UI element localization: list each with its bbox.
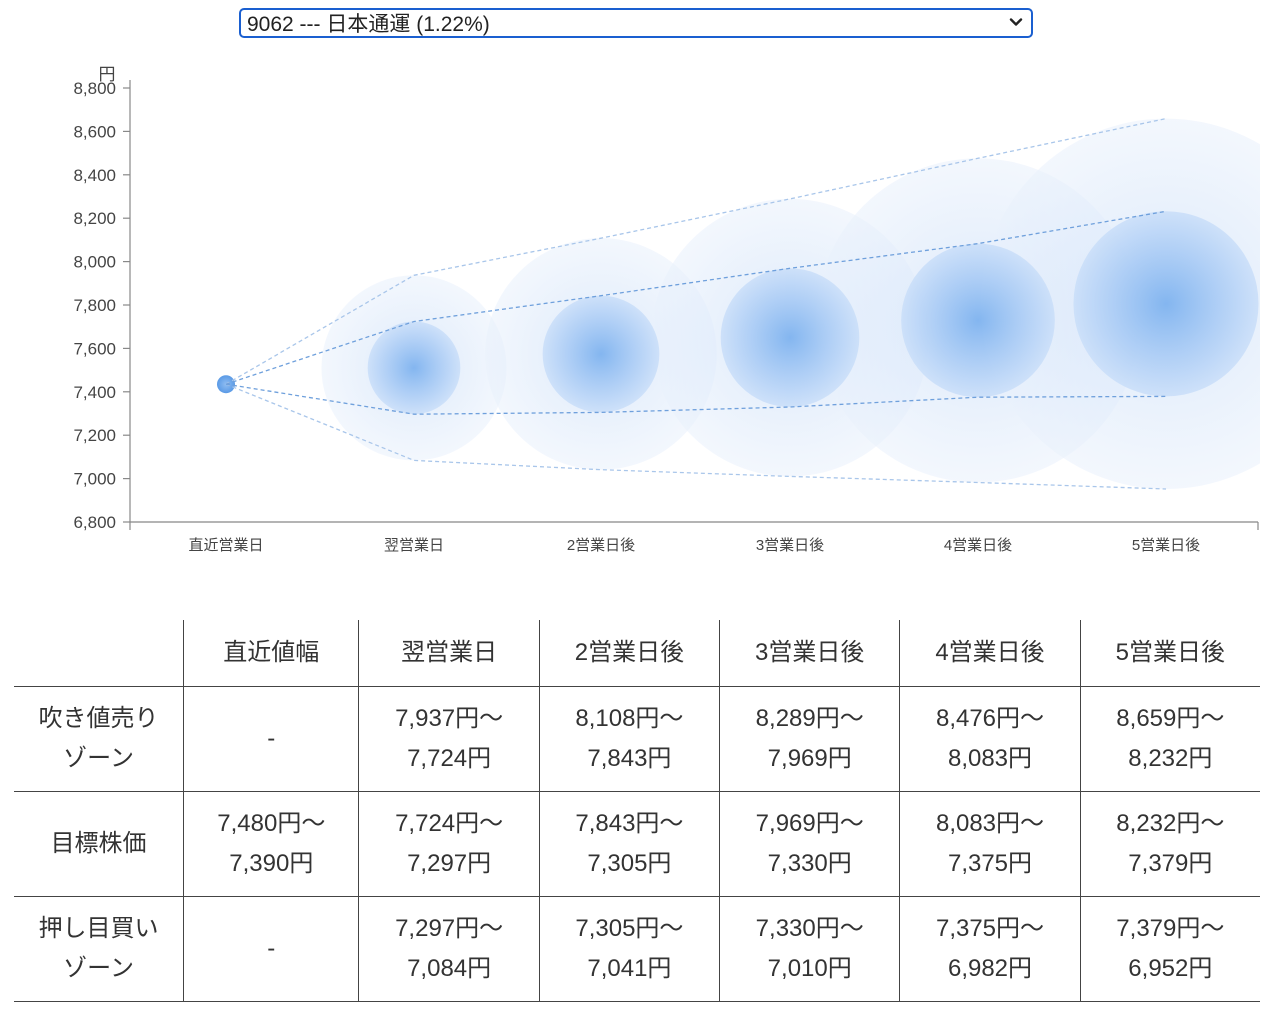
cell-value: 7,969円	[767, 745, 852, 772]
table-cell: 7,330円〜 7,010円	[719, 896, 901, 1002]
table-row: 吹き値売りゾーン - 7,937円〜 7,724円 8,108円〜 7,843円 8,289…	[14, 686, 1260, 792]
table-cell: 7,297円〜 7,084円	[358, 896, 540, 1002]
cell-value: 7,375円	[947, 850, 1033, 877]
x-tick-label: 3営業日後	[756, 537, 824, 554]
cell-value: 7,724円	[407, 745, 492, 772]
row-label-line: 押し目買い	[38, 915, 159, 942]
table-cell: 8,108円〜 7,843円	[539, 686, 721, 792]
x-tick-label: 4営業日後	[944, 537, 1012, 554]
cell-value: 7,010円	[767, 955, 852, 982]
table-cell: 7,724円〜 7,297円	[358, 791, 540, 897]
x-tick-label: 2営業日後	[567, 537, 635, 554]
cell-value: 7,379円〜	[1116, 915, 1225, 942]
table-cell: -	[183, 896, 360, 1002]
page: 9062 --- 日本通運 (1.22%) 円6,800 7,000 7,200…	[0, 0, 1280, 1009]
forecast-table: 直近値幅 翌営業日 2営業日後 3営業日後 4営業日後 5営業日後 吹き値売りゾ…	[14, 620, 1260, 1002]
table-cell: -	[183, 686, 360, 792]
cell-value: -	[267, 935, 276, 962]
table-cell: 7,375円〜 6,982円	[899, 896, 1081, 1002]
cell-value: 7,843円〜	[575, 810, 684, 837]
y-tick-label: 8,600	[73, 122, 116, 141]
table-cell: 7,480円〜 7,390円	[183, 791, 360, 897]
table-row: 目標株価 7,480円〜 7,390円 7,724円〜 7,297円 7,843円〜 7,3…	[14, 791, 1260, 897]
cell-value: 7,305円	[587, 850, 672, 877]
target-bubble	[901, 243, 1055, 398]
table-header-day4: 4営業日後	[899, 620, 1081, 687]
cell-value: 7,041円	[587, 955, 672, 982]
cell-value: 7,330円〜	[755, 915, 864, 942]
y-tick-label: 8,000	[73, 253, 116, 272]
cell-value: -	[267, 725, 276, 752]
cell-value: 7,305円〜	[575, 915, 684, 942]
x-tick-label: 翌営業日	[384, 537, 444, 554]
cell-value: 6,982円	[947, 955, 1033, 982]
target-bubble	[720, 268, 860, 407]
cell-value: 7,297円	[407, 850, 492, 877]
cell-value: 8,108円〜	[575, 705, 684, 732]
cell-value: 7,297円〜	[395, 915, 504, 942]
y-tick-label: 7,600	[73, 339, 116, 358]
forecast-chart: 円6,8007,0007,2007,4007,6007,8008,0008,20…	[73, 65, 1260, 554]
chevron-down-icon	[1009, 18, 1023, 26]
y-tick-label: 7,800	[73, 296, 116, 315]
row-label: 吹き値売り ゾーン	[14, 686, 185, 792]
x-tick-label: 直近営業日	[188, 537, 263, 554]
table-row: 押し目買いゾーン - 7,297円〜 7,084円 7,305円〜 7,041円 7,330…	[14, 896, 1260, 1002]
cell-value: 7,937円〜	[395, 705, 504, 732]
cell-value: 7,375円〜	[935, 915, 1045, 942]
cell-value: 8,232円	[1128, 745, 1213, 772]
cell-value: 7,379円	[1128, 850, 1213, 877]
table-cell: 8,659円〜 8,232円	[1080, 686, 1260, 792]
cell-value: 8,232円〜	[1116, 810, 1225, 837]
table-cell: 7,969円〜 7,330円	[719, 791, 901, 897]
row-label: 目標株価	[14, 791, 185, 897]
table-cell: 8,232円〜 7,379円	[1080, 791, 1260, 897]
cell-value: 7,843円	[587, 745, 672, 772]
y-tick-label: 8,400	[73, 166, 116, 185]
cell-value: 8,289円〜	[755, 705, 864, 732]
stock-select-value: 9062 --- 日本通運 (1.22%)	[247, 13, 490, 36]
row-label-line: 吹き値売り	[38, 705, 159, 732]
table-cell: 8,083円〜 7,375円	[899, 791, 1081, 897]
cell-value: 7,084円	[407, 955, 492, 982]
table-header-recent-range: 直近値幅	[183, 620, 360, 687]
table-header-day3: 3営業日後	[719, 620, 901, 687]
y-tick-label: 6,800	[73, 513, 116, 532]
y-tick-label: 8,800	[73, 79, 116, 98]
table-header-corner	[14, 620, 185, 687]
cell-value: 6,952円	[1128, 955, 1213, 982]
table-cell: 7,305円〜 7,041円	[539, 896, 721, 1002]
row-label-line: 目標株価	[50, 830, 147, 857]
table-header-day2: 2営業日後	[539, 620, 721, 687]
row-label-line: ゾーン	[63, 955, 134, 982]
row-label: 押し目買い ゾーン	[14, 896, 185, 1002]
table-cell: 8,289円〜 7,969円	[719, 686, 901, 792]
table-cell: 7,843円〜 7,305円	[539, 791, 721, 897]
target-bubble	[1073, 211, 1259, 397]
table-header-row: 直近値幅 翌営業日 2営業日後 3営業日後 4営業日後 5営業日後	[14, 620, 1260, 687]
table-cell: 7,937円〜 7,724円	[358, 686, 540, 792]
table-header-day5: 5営業日後	[1080, 620, 1260, 687]
table-cell: 8,476円〜 8,083円	[899, 686, 1081, 792]
target-bubble	[542, 295, 660, 413]
cell-value: 8,083円〜	[935, 810, 1045, 837]
cell-value: 8,476円〜	[935, 705, 1045, 732]
y-tick-label: 7,200	[73, 426, 116, 445]
cell-value: 7,969円〜	[755, 810, 864, 837]
table-header-day1: 翌営業日	[358, 620, 540, 687]
y-tick-label: 7,400	[73, 383, 116, 402]
cell-value: 8,083円	[947, 745, 1033, 772]
table-cell: 7,379円〜 6,952円	[1080, 896, 1260, 1002]
stock-select[interactable]: 9062 --- 日本通運 (1.22%)	[239, 8, 1033, 38]
y-tick-label: 7,000	[73, 470, 116, 489]
cell-value: 7,330円	[767, 850, 852, 877]
x-tick-label: 5営業日後	[1132, 537, 1200, 554]
cell-value: 8,659円〜	[1116, 705, 1225, 732]
target-bubble	[367, 321, 461, 415]
row-label-line: ゾーン	[63, 745, 134, 772]
y-tick-label: 8,200	[73, 209, 116, 228]
cell-value: 7,724円〜	[395, 810, 504, 837]
cell-value: 7,390円	[229, 850, 314, 877]
cell-value: 7,480円〜	[217, 810, 326, 837]
